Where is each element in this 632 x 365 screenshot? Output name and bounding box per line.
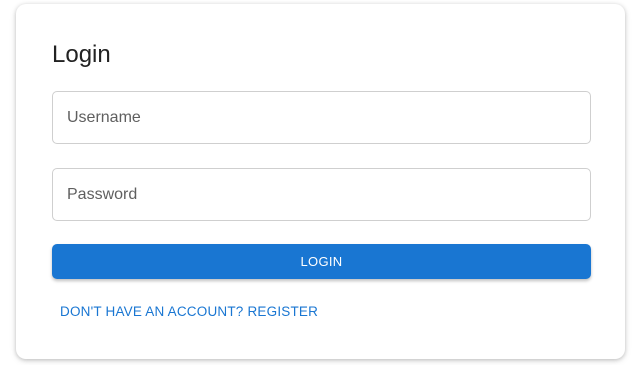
- login-card: Login LOGIN DON'T HAVE AN ACCOUNT? REGIS…: [16, 4, 625, 359]
- username-input[interactable]: [52, 91, 591, 144]
- register-link[interactable]: DON'T HAVE AN ACCOUNT? REGISTER: [60, 304, 318, 319]
- login-button[interactable]: LOGIN: [52, 244, 591, 279]
- login-title: Login: [52, 41, 111, 68]
- password-input[interactable]: [52, 168, 591, 221]
- login-page: Login LOGIN DON'T HAVE AN ACCOUNT? REGIS…: [0, 0, 632, 365]
